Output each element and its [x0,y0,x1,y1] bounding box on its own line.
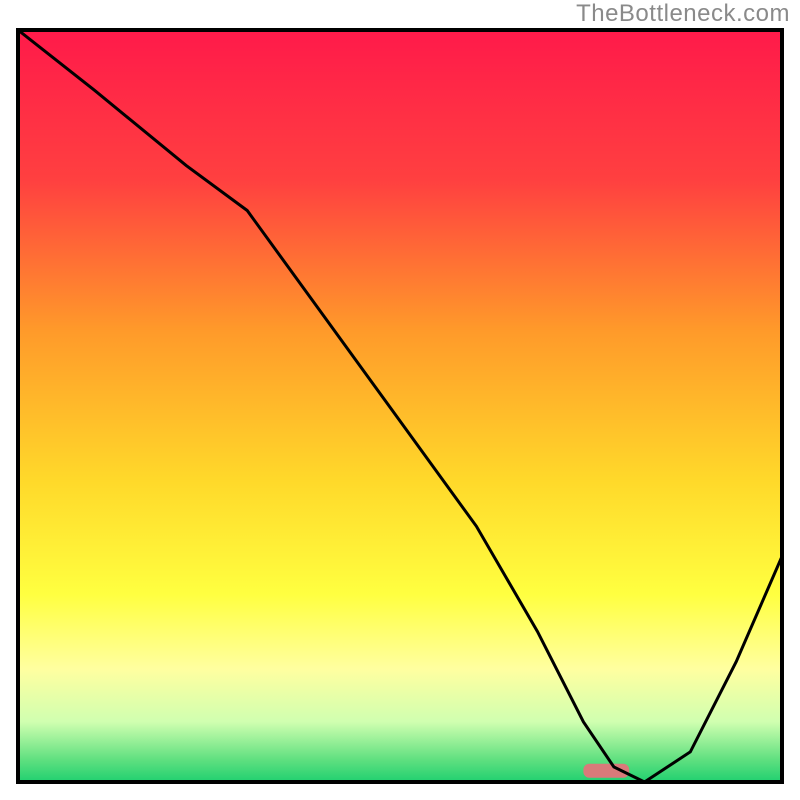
watermark-text: TheBottleneck.com [576,0,790,28]
gradient-background [18,30,782,782]
chart-container: { "watermark": "TheBottleneck.com", "cha… [0,0,800,800]
bottleneck-chart [0,0,800,800]
